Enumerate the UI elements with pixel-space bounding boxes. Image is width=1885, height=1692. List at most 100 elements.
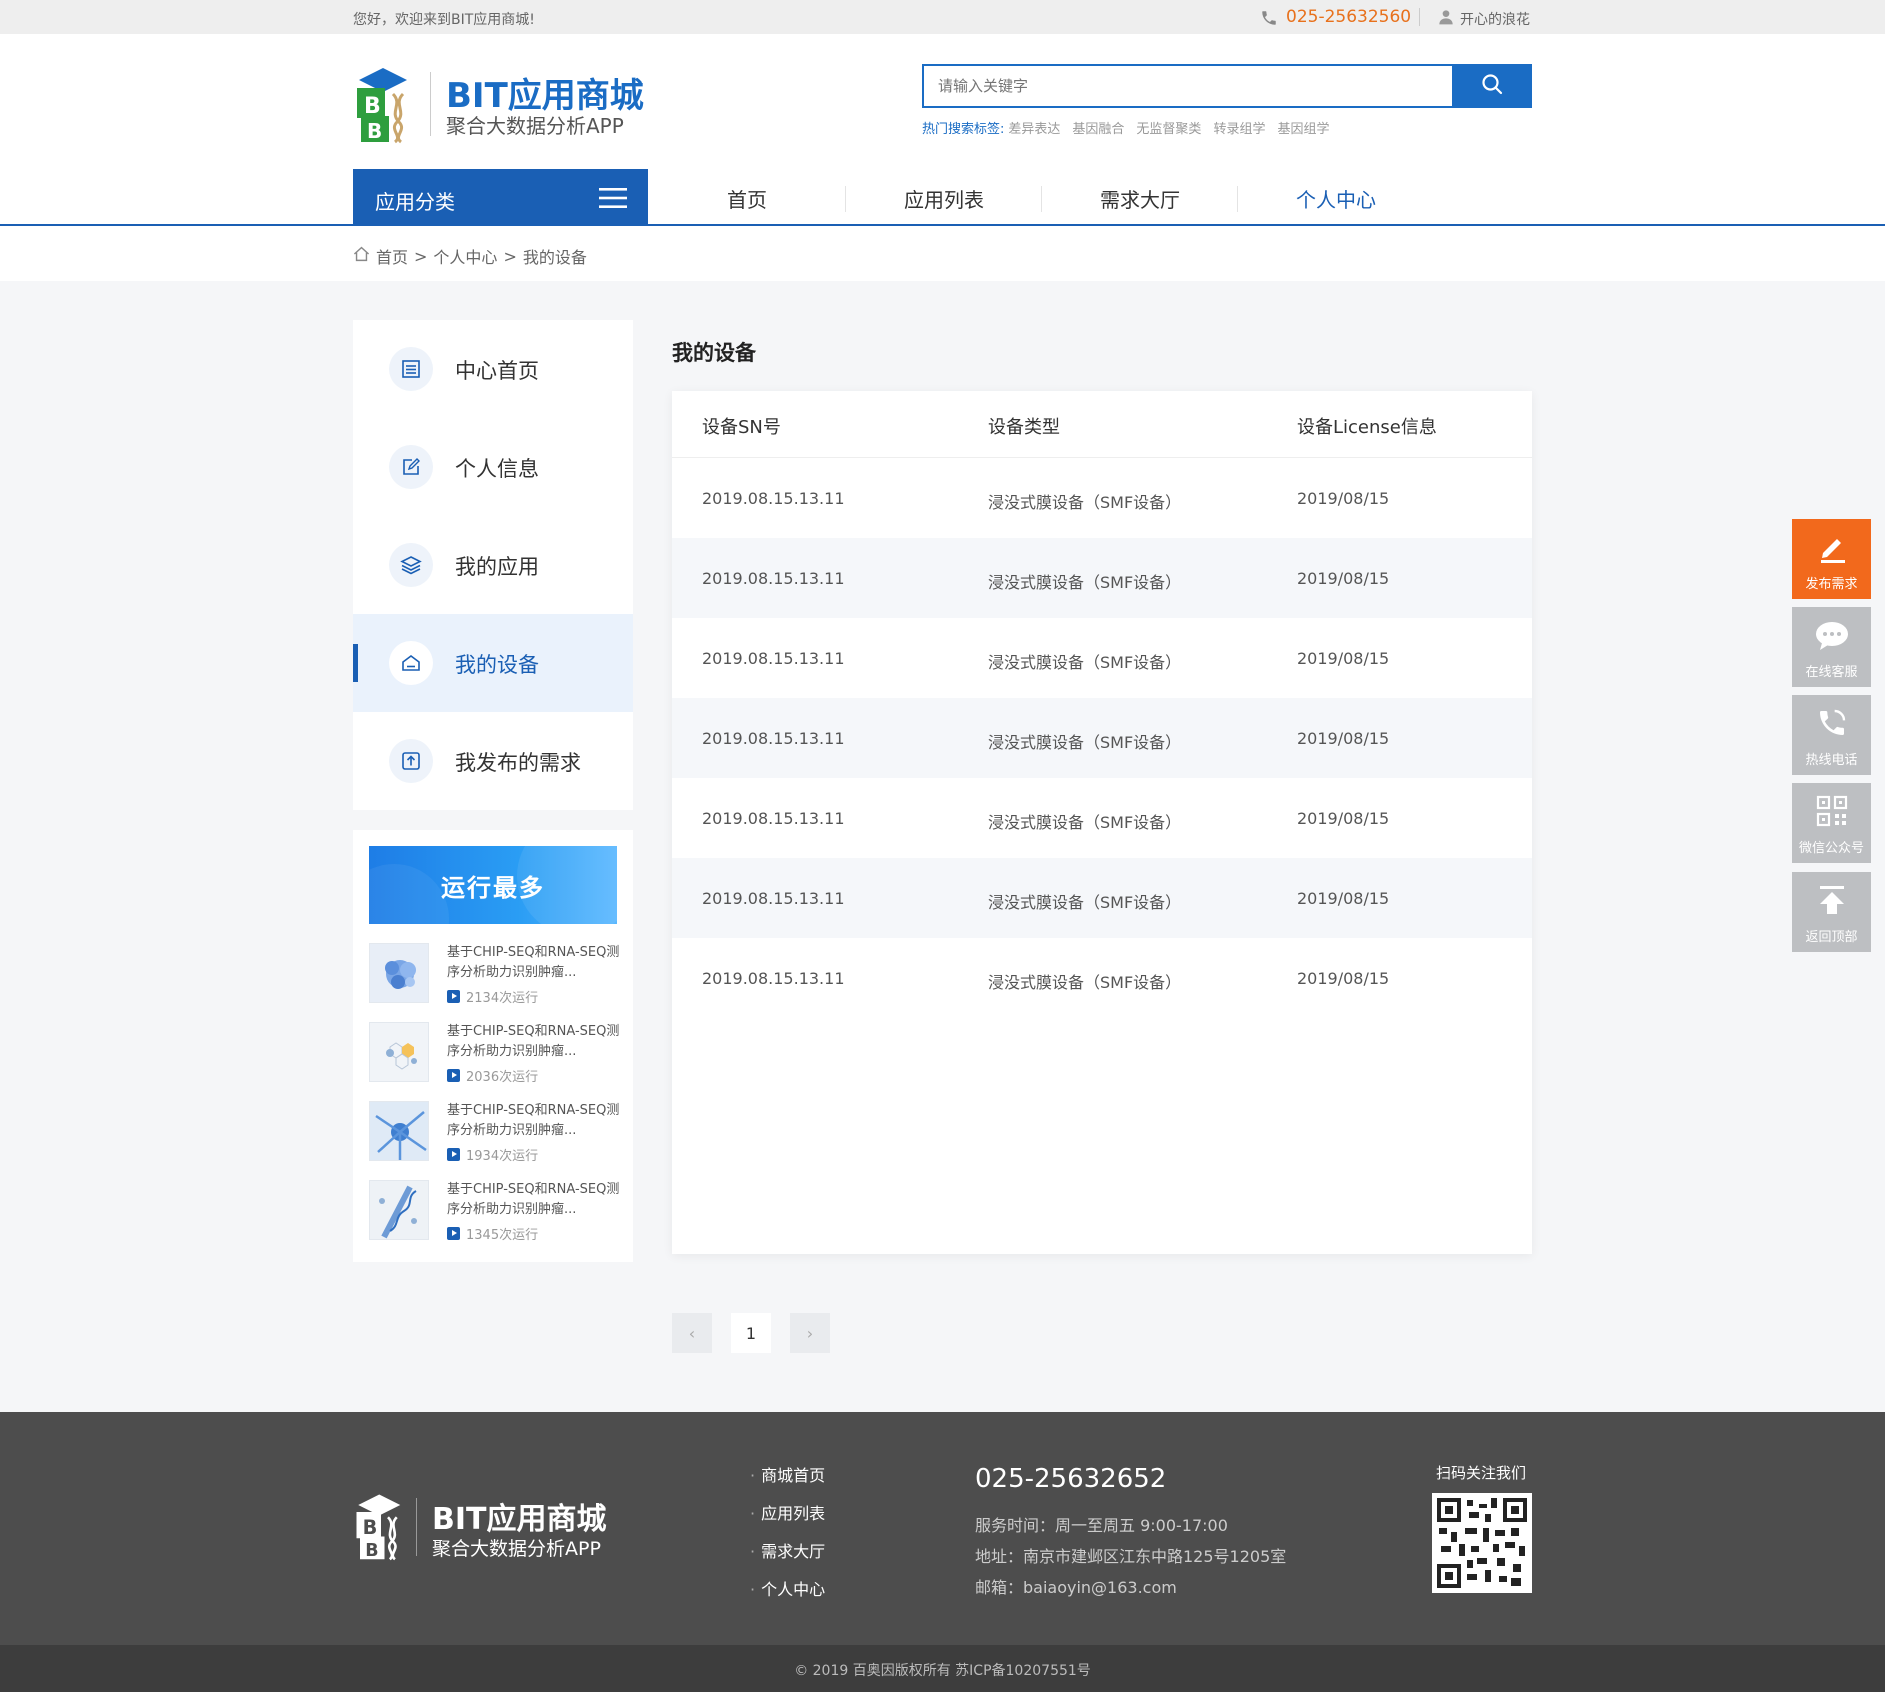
column-header-sn: 设备SN号 <box>702 417 781 438</box>
banner-title: 运行最多 <box>441 874 545 902</box>
pagination-prev-button[interactable]: ‹ <box>672 1313 712 1353</box>
pen-icon <box>1792 531 1871 565</box>
app-thumbnail <box>369 1101 429 1161</box>
cell-sn: 2019.08.15.13.11 <box>702 809 845 828</box>
nav-divider <box>845 186 846 212</box>
breadcrumb-personal-center[interactable]: 个人中心 <box>433 244 497 268</box>
table-header: 设备SN号 设备类型 设备License信息 <box>672 391 1532 458</box>
hot-app-item[interactable]: 基于CHIP-SEQ和RNA-SEQ测序分析助力识别肿瘤... 2036次运行 <box>369 1022 619 1092</box>
cell-license: 2019/08/15 <box>1297 489 1390 508</box>
search-button[interactable] <box>1452 64 1532 108</box>
cell-license: 2019/08/15 <box>1297 569 1390 588</box>
hot-tags-label: 热门搜索标签: <box>922 122 1005 137</box>
run-count-text: 1934次运行 <box>466 1149 539 1164</box>
svg-text:B: B <box>363 1516 378 1539</box>
pagination-next-button[interactable]: › <box>790 1313 830 1353</box>
footer-link-personal-center[interactable]: 个人中心 <box>750 1576 825 1614</box>
nav-demand-hall[interactable]: 需求大厅 <box>1100 184 1180 213</box>
run-count: 2134次运行 <box>447 987 538 1006</box>
table-row: 2019.08.15.13.11 浸没式膜设备（SMF设备） 2019/08/1… <box>672 698 1532 778</box>
svg-text:B: B <box>364 94 381 119</box>
category-menu-button[interactable]: 应用分类 <box>353 169 648 226</box>
footer-email: 邮箱：baiaoyin@163.com <box>975 1578 1177 1597</box>
float-label: 发布需求 <box>1805 577 1858 592</box>
hot-app-item[interactable]: 基于CHIP-SEQ和RNA-SEQ测序分析助力识别肿瘤... 2134次运行 <box>369 943 619 1013</box>
search-input[interactable] <box>924 66 1452 106</box>
cell-type: 浸没式膜设备（SMF设备） <box>988 653 1182 672</box>
site-header: B B BIT应用商城 聚合大数据分析APP 热门搜索标签: 差异表达 基因融合… <box>0 34 1885 226</box>
breadcrumb-home[interactable]: 首页 <box>376 244 408 268</box>
sidebar-item-my-devices[interactable]: 我的设备 <box>353 614 633 712</box>
chat-icon <box>1792 619 1871 653</box>
footer-link-app-list[interactable]: 应用列表 <box>750 1500 825 1538</box>
hotline-number: 025-25632560 <box>1286 7 1412 27</box>
float-label: 在线客服 <box>1805 665 1858 680</box>
nav-app-list[interactable]: 应用列表 <box>904 184 984 213</box>
hot-app-item[interactable]: 基于CHIP-SEQ和RNA-SEQ测序分析助力识别肿瘤... 1345次运行 <box>369 1180 619 1250</box>
breadcrumb: 首页 > 个人中心 > 我的设备 <box>353 244 587 268</box>
hot-tag[interactable]: 基因组学 <box>1277 118 1329 137</box>
footer-logo-mark: B B <box>353 1490 409 1566</box>
layers-icon <box>389 543 433 587</box>
cell-sn: 2019.08.15.13.11 <box>702 889 845 908</box>
arrow-up-icon <box>1792 884 1871 916</box>
wechat-button[interactable]: 微信公众号 <box>1792 783 1871 863</box>
qr-code-icon <box>1792 795 1871 827</box>
most-run-panel: 运行最多 基于CHIP-SEQ和RNA-SEQ测序分析助力识别肿瘤... 213… <box>353 830 633 1262</box>
pagination-page-button[interactable]: 1 <box>731 1313 771 1353</box>
qr-title: 扫码关注我们 <box>1436 1464 1527 1482</box>
username-link[interactable]: 开心的浪花 <box>1460 9 1530 29</box>
hot-tag[interactable]: 基因融合 <box>1072 118 1124 137</box>
edit-icon <box>389 445 433 489</box>
hamburger-icon <box>599 188 627 212</box>
footer-address: 地址：南京市建邺区江东中路125号1205室 <box>975 1547 1287 1566</box>
footer-logo-divider <box>416 1498 417 1556</box>
page-title: 我的设备 <box>672 341 756 365</box>
table-row: 2019.08.15.13.11 浸没式膜设备（SMF设备） 2019/08/1… <box>672 618 1532 698</box>
footer-link-home[interactable]: 商城首页 <box>750 1462 825 1500</box>
search-icon <box>1480 72 1504 100</box>
sidebar-item-my-apps[interactable]: 我的应用 <box>353 516 633 614</box>
nav-personal-center[interactable]: 个人中心 <box>1296 184 1376 213</box>
app-name: 基于CHIP-SEQ和RNA-SEQ测序分析助力识别肿瘤... <box>447 1182 620 1217</box>
run-count-text: 1345次运行 <box>466 1228 539 1243</box>
nav-divider <box>1041 186 1042 212</box>
hot-tag[interactable]: 转录组学 <box>1213 118 1265 137</box>
cell-license: 2019/08/15 <box>1297 889 1390 908</box>
run-count: 1934次运行 <box>447 1145 538 1164</box>
list-icon <box>389 347 433 391</box>
app-name: 基于CHIP-SEQ和RNA-SEQ测序分析助力识别肿瘤... <box>447 1103 620 1138</box>
svg-text:B: B <box>365 1541 378 1561</box>
column-header-type: 设备类型 <box>988 417 1060 438</box>
hot-tag[interactable]: 差异表达 <box>1008 118 1060 137</box>
footer-link-demand-hall[interactable]: 需求大厅 <box>750 1538 825 1576</box>
app-name: 基于CHIP-SEQ和RNA-SEQ测序分析助力识别肿瘤... <box>447 1024 620 1059</box>
hotline-button[interactable]: 热线电话 <box>1792 695 1871 775</box>
breadcrumb-current: 我的设备 <box>522 248 587 267</box>
logo-mark[interactable]: B B <box>353 64 417 148</box>
breadcrumb-bar: 首页 > 个人中心 > 我的设备 <box>0 226 1885 281</box>
play-icon <box>447 1148 460 1161</box>
nav-home[interactable]: 首页 <box>727 184 767 213</box>
cell-sn: 2019.08.15.13.11 <box>702 489 845 508</box>
logo-divider <box>430 72 431 136</box>
sidebar-item-my-demands[interactable]: 我发布的需求 <box>353 712 633 810</box>
sidebar-item-label: 我的应用 <box>455 555 539 579</box>
publish-demand-button[interactable]: 发布需求 <box>1792 519 1871 599</box>
sidebar-item-personal-info[interactable]: 个人信息 <box>353 418 633 516</box>
back-to-top-button[interactable]: 返回顶部 <box>1792 872 1871 952</box>
footer-phone: 025-25632652 <box>975 1464 1167 1494</box>
cell-type: 浸没式膜设备（SMF设备） <box>988 573 1182 592</box>
footer-service-time: 服务时间：周一至周五 9:00-17:00 <box>975 1516 1228 1535</box>
online-service-button[interactable]: 在线客服 <box>1792 607 1871 687</box>
table-row: 2019.08.15.13.11 浸没式膜设备（SMF设备） 2019/08/1… <box>672 458 1532 538</box>
device-icon <box>389 641 433 685</box>
hot-tag[interactable]: 无监督聚类 <box>1136 118 1201 137</box>
upload-icon <box>389 739 433 783</box>
hot-app-item[interactable]: 基于CHIP-SEQ和RNA-SEQ测序分析助力识别肿瘤... 1934次运行 <box>369 1101 619 1171</box>
play-icon <box>447 1227 460 1240</box>
cell-type: 浸没式膜设备（SMF设备） <box>988 733 1182 752</box>
float-label: 热线电话 <box>1805 753 1858 768</box>
sidebar-item-center-home[interactable]: 中心首页 <box>353 320 633 418</box>
footer-links: 商城首页 应用列表 需求大厅 个人中心 <box>750 1462 825 1614</box>
